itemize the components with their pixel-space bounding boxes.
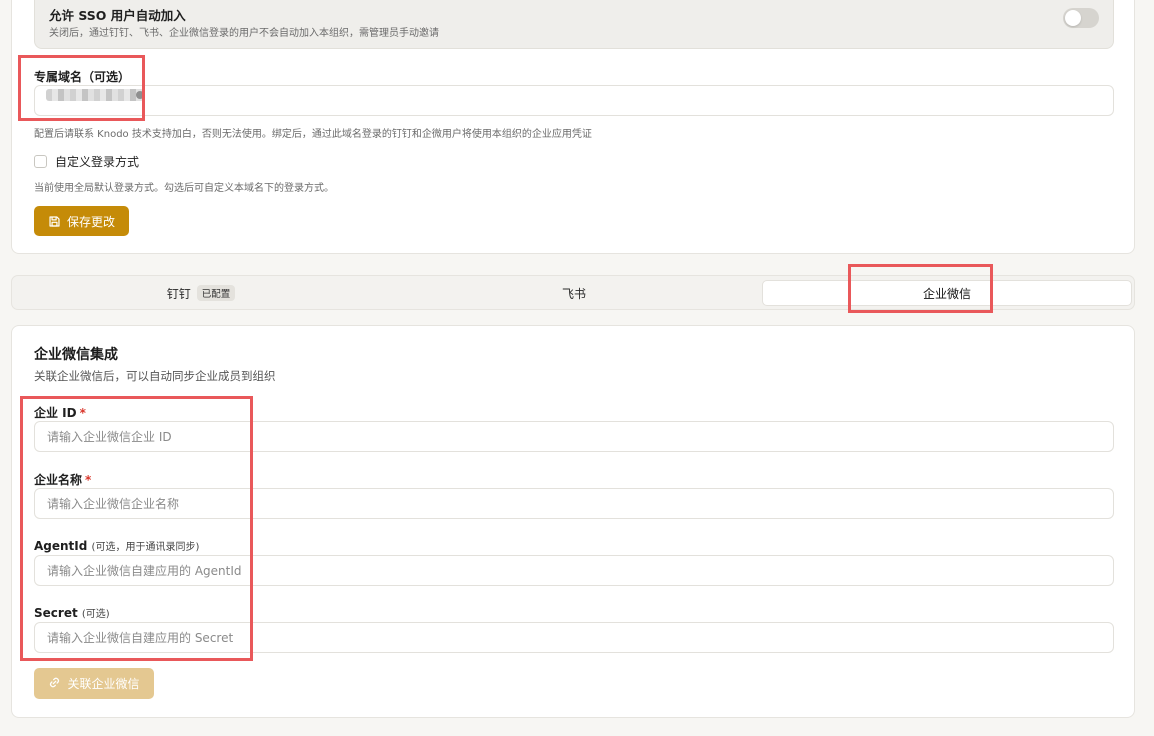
sso-auto-join-toggle[interactable] — [1063, 8, 1099, 28]
wecom-integration-card: 企业微信集成 关联企业微信后，可以自动同步企业成员到组织 企业 ID* 企业名称… — [11, 325, 1135, 718]
wecom-section-title: 企业微信集成 — [34, 347, 118, 363]
provider-tabs: 钉钉 已配置 飞书 企业微信 — [11, 275, 1135, 310]
agent-id-optional-note: (可选，用于通讯录同步) — [91, 542, 200, 553]
tab-wecom[interactable]: 企业微信 — [762, 280, 1132, 306]
tab-wecom-label: 企业微信 — [922, 286, 971, 301]
tab-feishu[interactable]: 飞书 — [389, 280, 759, 306]
link-wecom-label: 关联企业微信 — [67, 677, 140, 691]
wecom-section-subtitle: 关联企业微信后，可以自动同步企业成员到组织 — [34, 369, 276, 383]
required-mark: * — [79, 406, 86, 420]
sso-auto-join-title: 允许 SSO 用户自动加入 — [49, 8, 186, 23]
secret-optional-note: (可选) — [81, 609, 110, 620]
save-icon — [48, 215, 61, 228]
corp-id-input[interactable] — [34, 421, 1114, 452]
domain-input[interactable] — [34, 85, 1114, 116]
tab-feishu-label: 飞书 — [561, 286, 586, 301]
required-mark: * — [85, 473, 92, 487]
domain-value-blurred — [46, 89, 144, 101]
corp-id-label: 企业 ID * — [34, 404, 86, 421]
corp-name-label: 企业名称 * — [34, 471, 91, 488]
save-changes-button[interactable]: 保存更改 — [34, 206, 129, 236]
link-icon — [48, 676, 61, 692]
secret-input[interactable] — [34, 622, 1114, 653]
custom-login-label: 自定义登录方式 — [55, 155, 140, 169]
tab-dingtalk[interactable]: 钉钉 已配置 — [16, 280, 386, 306]
corp-name-label-text: 企业名称 — [34, 473, 83, 487]
domain-help-text: 配置后请联系 Knodo 技术支持加白，否则无法使用。绑定后，通过此域名登录的钉… — [34, 129, 592, 140]
agent-id-label: AgentId (可选，用于通讯录同步) — [34, 538, 199, 553]
corp-name-input[interactable] — [34, 488, 1114, 519]
tab-dingtalk-label: 钉钉 — [166, 286, 191, 301]
sso-auto-join-panel: 允许 SSO 用户自动加入 关闭后，通过钉钉、飞书、企业微信登录的用户不会自动加… — [34, 0, 1114, 49]
toggle-knob — [1065, 10, 1081, 26]
org-settings-card: 允许 SSO 用户自动加入 关闭后，通过钉钉、飞书、企业微信登录的用户不会自动加… — [11, 0, 1135, 254]
domain-label: 专属域名（可选） — [34, 70, 131, 84]
agent-id-input[interactable] — [34, 555, 1114, 586]
secret-label-text: Secret — [34, 606, 78, 620]
corp-id-label-text: 企业 ID — [34, 406, 77, 420]
custom-login-checkbox[interactable] — [34, 155, 47, 168]
agent-id-label-text: AgentId — [34, 539, 88, 553]
custom-login-help-text: 当前使用全局默认登录方式。勾选后可自定义本域名下的登录方式。 — [34, 183, 334, 194]
link-wecom-button[interactable]: 关联企业微信 — [34, 668, 154, 699]
custom-login-row: 自定义登录方式 — [34, 153, 139, 170]
save-changes-label: 保存更改 — [66, 214, 115, 229]
sso-auto-join-description: 关闭后，通过钉钉、飞书、企业微信登录的用户不会自动加入本组织，需管理员手动邀请 — [49, 28, 439, 39]
configured-badge: 已配置 — [196, 285, 236, 301]
secret-label: Secret (可选) — [34, 605, 110, 620]
